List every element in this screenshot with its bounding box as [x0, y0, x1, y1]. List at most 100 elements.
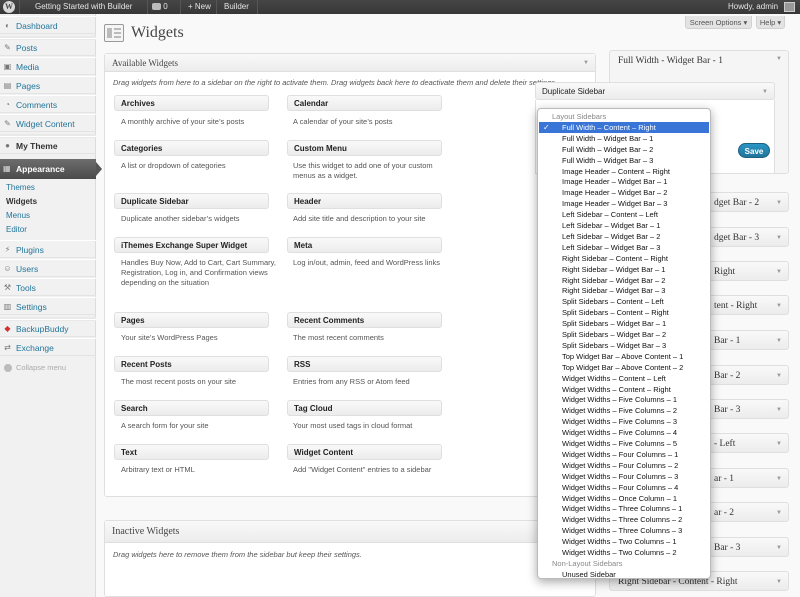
- menu-item-dashboard[interactable]: ◐ Dashboard: [0, 16, 96, 34]
- widget-tag-cloud[interactable]: Tag Cloud: [287, 400, 442, 416]
- menu-item-appearance[interactable]: ▦ Appearance: [0, 159, 102, 179]
- sidebar-select-dropdown[interactable]: Layout Sidebars Full Width – Content – Ri…: [537, 108, 711, 579]
- wordpress-logo-icon[interactable]: W: [3, 1, 15, 13]
- dropdown-option[interactable]: Right Sidebar – Widget Bar – 1: [539, 264, 709, 275]
- menu-item-users[interactable]: ☺ Users: [0, 259, 96, 277]
- dropdown-option[interactable]: Widget Widths – Five Columns – 3: [539, 416, 709, 427]
- dropdown-option[interactable]: Image Header – Widget Bar – 3: [539, 198, 709, 209]
- widget-duplicate-sidebar[interactable]: Duplicate Sidebar: [114, 193, 269, 209]
- avatar[interactable]: [784, 2, 795, 12]
- toggle-arrow-icon[interactable]: ▼: [762, 83, 768, 101]
- dropdown-option[interactable]: Top Widget Bar – Above Content – 2: [539, 362, 709, 373]
- duplicate-sidebar-widget[interactable]: Duplicate Sidebar ▼: [535, 82, 775, 100]
- widget-description: A search form for your site: [121, 421, 209, 430]
- dropdown-option[interactable]: Widget Widths – Five Columns – 5: [539, 438, 709, 449]
- available-widgets-header[interactable]: Available Widgets ▼: [105, 54, 595, 72]
- dropdown-option[interactable]: Widget Widths – Five Columns – 1: [539, 394, 709, 405]
- new-content-link[interactable]: + New: [188, 0, 211, 14]
- dropdown-option[interactable]: Left Sidebar – Widget Bar – 3: [539, 242, 709, 253]
- dropdown-option[interactable]: Full Width – Widget Bar – 3: [539, 155, 709, 166]
- dropdown-option[interactable]: Left Sidebar – Widget Bar – 1: [539, 220, 709, 231]
- widget-meta[interactable]: Meta: [287, 237, 442, 253]
- widget-ithemes-exchange-super-widget[interactable]: iThemes Exchange Super Widget: [114, 237, 269, 253]
- dropdown-option[interactable]: Widget Widths – Five Columns – 2: [539, 405, 709, 416]
- menu-item-widget-content[interactable]: ✎ Widget Content: [0, 114, 96, 132]
- menu-item-plugins[interactable]: ⚡ Plugins: [0, 240, 96, 258]
- collapse-menu-button[interactable]: Collapse menu: [0, 361, 96, 375]
- dropdown-option[interactable]: Widget Widths – Three Columns – 2: [539, 514, 709, 525]
- widget-pages[interactable]: Pages: [114, 312, 269, 328]
- widget-custom-menu[interactable]: Custom Menu: [287, 140, 442, 156]
- sidebar-title[interactable]: Full Width - Widget Bar - 1: [618, 56, 723, 66]
- screen-options-button[interactable]: Screen Options ▾: [685, 16, 752, 29]
- menu-item-posts[interactable]: ✎ Posts: [0, 38, 96, 56]
- menu-label: Media: [16, 62, 40, 72]
- widget-search[interactable]: Search: [114, 400, 269, 416]
- dropdown-option[interactable]: Split Sidebars – Widget Bar – 1: [539, 318, 709, 329]
- submenu-item-menus[interactable]: Menus: [0, 209, 96, 222]
- dropdown-option[interactable]: Widget Widths – Two Columns – 2: [539, 547, 709, 558]
- widget-title: Widget Content: [294, 448, 354, 457]
- dropdown-option[interactable]: Widget Widths – Four Columns – 4: [539, 482, 709, 493]
- dropdown-option[interactable]: Split Sidebars – Widget Bar – 2: [539, 329, 709, 340]
- menu-item-backupbuddy[interactable]: ◆ BackupBuddy: [0, 319, 96, 337]
- inactive-widgets-header[interactable]: Inactive Widgets▼: [105, 521, 595, 543]
- dropdown-option[interactable]: Left Sidebar – Widget Bar – 2: [539, 231, 709, 242]
- dropdown-option[interactable]: Right Sidebar – Widget Bar – 2: [539, 275, 709, 286]
- dropdown-option[interactable]: Top Widget Bar – Above Content – 1: [539, 351, 709, 362]
- submenu-item-widgets[interactable]: Widgets: [0, 195, 96, 208]
- site-name-link[interactable]: Getting Started with Builder: [35, 0, 132, 14]
- dropdown-option[interactable]: Left Sidebar – Content – Left: [539, 209, 709, 220]
- menu-item-my-theme[interactable]: ● My Theme: [0, 136, 96, 154]
- menu-item-pages[interactable]: ▤ Pages: [0, 76, 96, 94]
- dropdown-option[interactable]: Widget Widths – Four Columns – 2: [539, 460, 709, 471]
- dropdown-option[interactable]: Widget Widths – Three Columns – 3: [539, 525, 709, 536]
- howdy-account-link[interactable]: Howdy, admin: [728, 0, 778, 14]
- widget-header[interactable]: Header: [287, 193, 442, 209]
- save-button[interactable]: Save: [738, 143, 770, 158]
- dropdown-option[interactable]: Image Header – Content – Right: [539, 166, 709, 177]
- dropdown-option[interactable]: Full Width – Widget Bar – 1: [539, 133, 709, 144]
- dropdown-option[interactable]: Widget Widths – Five Columns – 4: [539, 427, 709, 438]
- dropdown-option[interactable]: Split Sidebars – Content – Right: [539, 307, 709, 318]
- widget-categories[interactable]: Categories: [114, 140, 269, 156]
- dropdown-option[interactable]: Image Header – Widget Bar – 2: [539, 187, 709, 198]
- widget-widget-content[interactable]: Widget Content: [287, 444, 442, 460]
- submenu-item-editor[interactable]: Editor: [0, 223, 96, 236]
- dropdown-option[interactable]: Widget Widths – Content – Left: [539, 373, 709, 384]
- widget-calendar[interactable]: Calendar: [287, 95, 442, 111]
- dropdown-option[interactable]: Widget Widths – Four Columns – 1: [539, 449, 709, 460]
- menu-item-settings[interactable]: ▥ Settings: [0, 297, 96, 315]
- menu-item-tools[interactable]: ⚒ Tools: [0, 278, 96, 296]
- widget-recent-posts[interactable]: Recent Posts: [114, 356, 269, 372]
- dropdown-option[interactable]: Full Width – Content – Right ✓: [539, 121, 709, 133]
- widget-text[interactable]: Text: [114, 444, 269, 460]
- dropdown-option[interactable]: Widget Widths – Once Column – 1: [539, 493, 709, 504]
- dropdown-option[interactable]: Split Sidebars – Content – Left: [539, 296, 709, 307]
- dropdown-option[interactable]: Widget Widths – Four Columns – 3: [539, 471, 709, 482]
- dropdown-option[interactable]: Split Sidebars – Widget Bar – 3: [539, 340, 709, 351]
- dropdown-option[interactable]: Right Sidebar – Content – Right: [539, 253, 709, 264]
- widget-description: Arbitrary text or HTML: [121, 465, 195, 474]
- widget-rss[interactable]: RSS: [287, 356, 442, 372]
- builder-link[interactable]: Builder: [224, 0, 249, 14]
- dropdown-option[interactable]: Widget Widths – Two Columns – 1: [539, 536, 709, 547]
- submenu-item-themes[interactable]: Themes: [0, 181, 96, 194]
- dropdown-option[interactable]: Full Width – Widget Bar – 2: [539, 144, 709, 155]
- toggle-arrow-icon[interactable]: ▼: [776, 56, 782, 62]
- menu-item-comments[interactable]: ◔ Comments: [0, 95, 96, 113]
- widget-recent-comments[interactable]: Recent Comments: [287, 312, 442, 328]
- menu-item-exchange[interactable]: ⇄ Exchange: [0, 338, 96, 356]
- dropdown-option[interactable]: Widget Widths – Content – Right: [539, 384, 709, 395]
- widget-archives[interactable]: Archives: [114, 95, 269, 111]
- widget-title: Archives: [121, 99, 155, 108]
- help-button[interactable]: Help ▾: [756, 16, 785, 29]
- dropdown-option[interactable]: Widget Widths – Three Columns – 1: [539, 503, 709, 514]
- dropdown-option[interactable]: Right Sidebar – Widget Bar – 3: [539, 285, 709, 296]
- dropdown-option[interactable]: Unused Sidebar: [539, 569, 709, 578]
- dropdown-option[interactable]: Image Header – Widget Bar – 1: [539, 176, 709, 187]
- comments-link[interactable]: 0: [152, 0, 168, 14]
- toggle-arrow-icon[interactable]: ▼: [583, 54, 589, 72]
- inactive-widgets-description: Drag widgets here to remove them from th…: [113, 550, 362, 559]
- menu-item-media[interactable]: ▣ Media: [0, 57, 96, 75]
